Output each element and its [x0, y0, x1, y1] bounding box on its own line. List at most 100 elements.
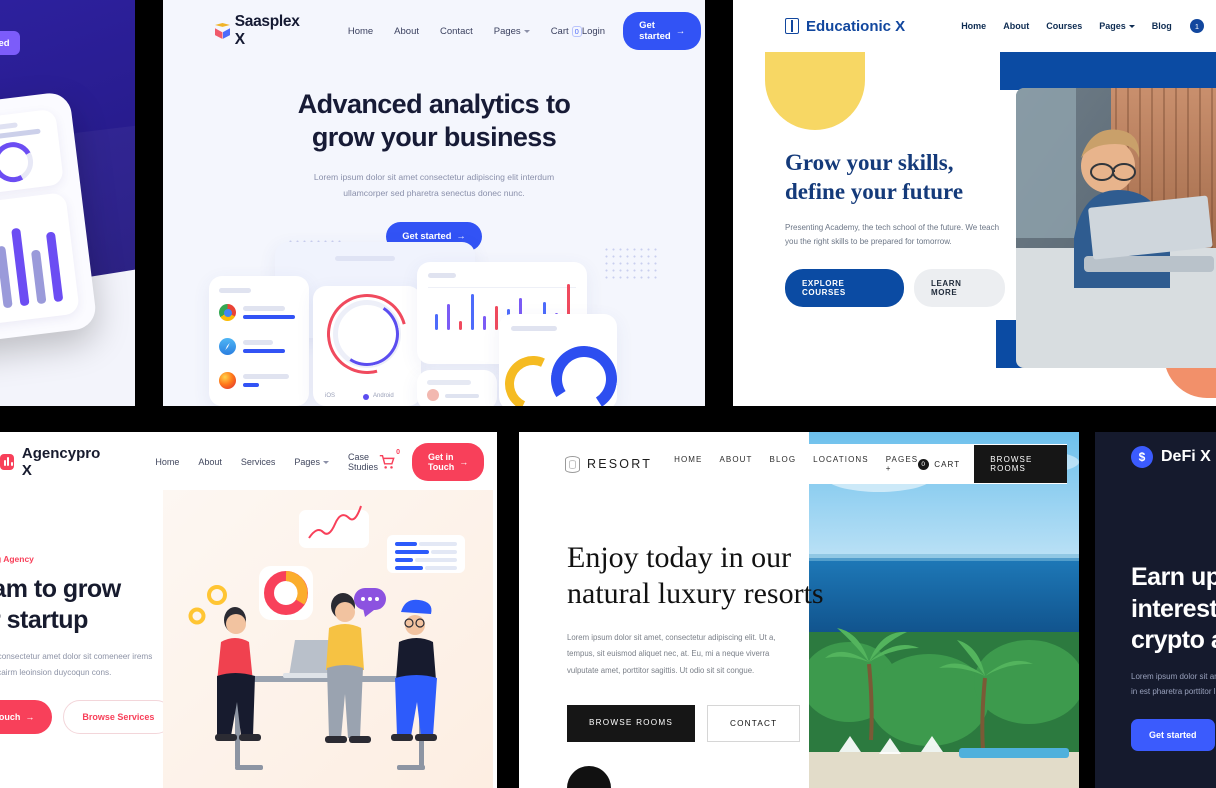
agencypro-nav-services[interactable]: Services — [241, 452, 276, 472]
diamond-icon — [565, 455, 580, 473]
saasplex-nav-about[interactable]: About — [394, 26, 419, 37]
saasplex-avatar-card-1 — [417, 370, 497, 406]
educationic-subheading: Presenting Academy, the tech school of t… — [785, 222, 1000, 246]
analytics-navbar: Login Get Started — [0, 12, 135, 55]
template-card-defi[interactable]: $ DeFi X Earn up interest crypto a Lorem… — [1095, 432, 1216, 788]
resort-navbar: RESORT HOME ABOUT BLOG LOCATIONS PAGES +… — [565, 444, 1067, 484]
resort-heading: Enjoy today in our natural luxury resort… — [567, 541, 824, 610]
agencypro-get-in-touch-button[interactable]: Get in Touch → — [411, 443, 485, 481]
saasplex-nav-home[interactable]: Home — [348, 26, 373, 37]
cart-count-badge: 0 — [918, 458, 930, 470]
browse-rooms-button[interactable]: BROWSE ROOMS — [567, 705, 695, 743]
cart-icon[interactable]: 0 — [378, 449, 400, 471]
saasplex-login-link[interactable]: Login — [582, 26, 605, 37]
defi-get-started-button[interactable]: Get started — [1131, 718, 1215, 751]
template-card-educationic[interactable]: Educationic X Home About Courses Pages B… — [733, 0, 1216, 406]
defi-hero: Earn up interest crypto a Lorem ipsum do… — [1131, 562, 1216, 751]
bar-chart-icon — [0, 454, 14, 470]
arrow-right-icon: → — [25, 712, 35, 723]
saasplex-brand-name: Saasplex X — [234, 13, 300, 48]
defi-navbar: $ DeFi X — [1131, 446, 1211, 468]
resort-nav-home[interactable]: HOME — [674, 455, 702, 473]
saasplex-nav-cart[interactable]: Cart 0 — [551, 25, 582, 37]
firefox-icon — [219, 372, 236, 389]
saasplex-arc-card — [497, 314, 624, 406]
educationic-brand-name: Educationic X — [806, 17, 906, 35]
agencypro-nav-right: 0 Get in Touch → — [378, 443, 485, 481]
resort-scroll-circle[interactable] — [567, 766, 611, 788]
dollar-coin-icon: $ — [1131, 446, 1153, 468]
template-card-analytics[interactable]: Login Get Started — [0, 0, 135, 406]
resort-subheading: Lorem ipsum dolor sit amet, consectetur … — [567, 633, 776, 675]
chrome-icon — [219, 304, 236, 321]
learn-more-button[interactable]: LEARN MORE — [913, 268, 1005, 307]
educationic-hero: Grow your skills, define your future Pre… — [785, 148, 1005, 307]
resort-nav-about[interactable]: ABOUT — [719, 455, 752, 473]
saasplex-get-started-button[interactable]: Get started → — [623, 12, 702, 50]
resort-cart[interactable]: 0 CART — [918, 458, 961, 470]
educationic-notification-badge[interactable]: 1 — [1190, 19, 1204, 33]
legend-dot-android — [363, 394, 369, 400]
resort-logo[interactable]: RESORT — [565, 455, 653, 473]
get-in-touch-button[interactable]: Get in Touch→ — [0, 700, 53, 735]
resort-nav-pages[interactable]: PAGES + — [886, 455, 918, 473]
saasplex-logo[interactable]: Saasplex X — [215, 13, 302, 49]
agencypro-brand-name: Agencypro X — [21, 445, 101, 479]
agencypro-logo[interactable]: Agencypro X — [0, 445, 102, 479]
resort-menu: HOME ABOUT BLOG LOCATIONS PAGES + — [674, 455, 918, 473]
template-card-saasplex[interactable]: Saasplex X Home About Contact Pages Cart… — [163, 0, 705, 406]
cart-count-badge: 0 — [571, 25, 582, 37]
resort-nav-locations[interactable]: LOCATIONS — [813, 455, 869, 473]
thumbnail-gallery: Login Get Started — [0, 0, 1216, 788]
agencypro-hero-buttons: Get in Touch→ Browse Services — [0, 700, 184, 735]
agencypro-nav-pages[interactable]: Pages — [294, 452, 329, 472]
agencypro-menu: Home About Services Pages Case Studies — [155, 452, 378, 472]
saasplex-menu: Home About Contact Pages Cart 0 — [348, 25, 582, 37]
educationic-nav-courses[interactable]: Courses — [1046, 21, 1082, 31]
analytics-get-started-button[interactable]: Get Started — [0, 31, 20, 55]
educationic-menu: Home About Courses Pages Blog — [961, 21, 1172, 31]
educationic-navbar: Educationic X Home About Courses Pages B… — [733, 0, 1216, 52]
educationic-nav-blog[interactable]: Blog — [1152, 21, 1172, 31]
book-icon — [785, 18, 799, 34]
template-card-agencypro[interactable]: Agencypro X Home About Services Pages Ca… — [0, 432, 497, 788]
chevron-down-icon — [523, 29, 530, 33]
contact-button[interactable]: CONTACT — [707, 705, 801, 743]
agencypro-nav-home[interactable]: Home — [155, 452, 179, 472]
resort-nav-blog[interactable]: BLOG — [770, 455, 797, 473]
arrow-right-icon: → — [459, 457, 469, 467]
saasplex-donut-card: iOS Android — [312, 279, 422, 406]
analytics-metric-card-2 — [0, 108, 65, 196]
agencypro-hero: Marketing Agency A team to grow your sta… — [0, 554, 184, 735]
template-card-resort[interactable]: RESORT HOME ABOUT BLOG LOCATIONS PAGES +… — [519, 432, 1079, 788]
defi-subheading: Lorem ipsum dolor sit amet in est pharet… — [1131, 671, 1216, 696]
chevron-down-icon — [1128, 24, 1135, 28]
agencypro-subheading: Lorem ipsum consectetur amet dolor sit c… — [0, 652, 153, 677]
defi-hero-buttons: Get started — [1131, 718, 1216, 751]
educationic-nav-pages[interactable]: Pages — [1099, 21, 1135, 31]
browse-services-button[interactable]: Browse Services — [63, 700, 174, 735]
defi-brand-name: DeFi X — [1161, 448, 1211, 465]
agencypro-navbar: Agencypro X Home About Services Pages Ca… — [0, 432, 497, 492]
resort-brand-name: RESORT — [587, 457, 653, 471]
dot-grid-decor-right — [603, 246, 659, 280]
agencypro-nav-case-studies[interactable]: Case Studies — [348, 452, 378, 472]
saasplex-browsers-card — [209, 276, 309, 406]
educationic-hero-buttons: EXPLORE COURSES LEARN MORE — [785, 268, 1005, 307]
saasplex-nav-right: Login Get started → — [582, 12, 702, 50]
resort-nav-right: 0 CART BROWSE ROOMS — [918, 445, 1067, 483]
educationic-nav-about[interactable]: About — [1003, 21, 1029, 31]
chevron-down-icon — [322, 460, 329, 464]
donut-legend-ios: iOS — [325, 393, 336, 399]
saasplex-nav-contact[interactable]: Contact — [440, 26, 473, 37]
educationic-logo[interactable]: Educationic X — [785, 18, 905, 35]
cart-label: CART — [934, 459, 961, 469]
agencypro-illustration — [163, 490, 493, 788]
resort-browse-rooms-nav-button[interactable]: BROWSE ROOMS — [974, 445, 1067, 483]
explore-courses-button[interactable]: EXPLORE COURSES — [785, 268, 904, 307]
educationic-nav-home[interactable]: Home — [961, 21, 986, 31]
saasplex-nav-pages[interactable]: Pages — [494, 26, 530, 37]
agencypro-kicker: Marketing Agency — [0, 554, 34, 564]
agencypro-nav-about[interactable]: About — [198, 452, 222, 472]
cart-count-badge: 0 — [396, 449, 400, 456]
